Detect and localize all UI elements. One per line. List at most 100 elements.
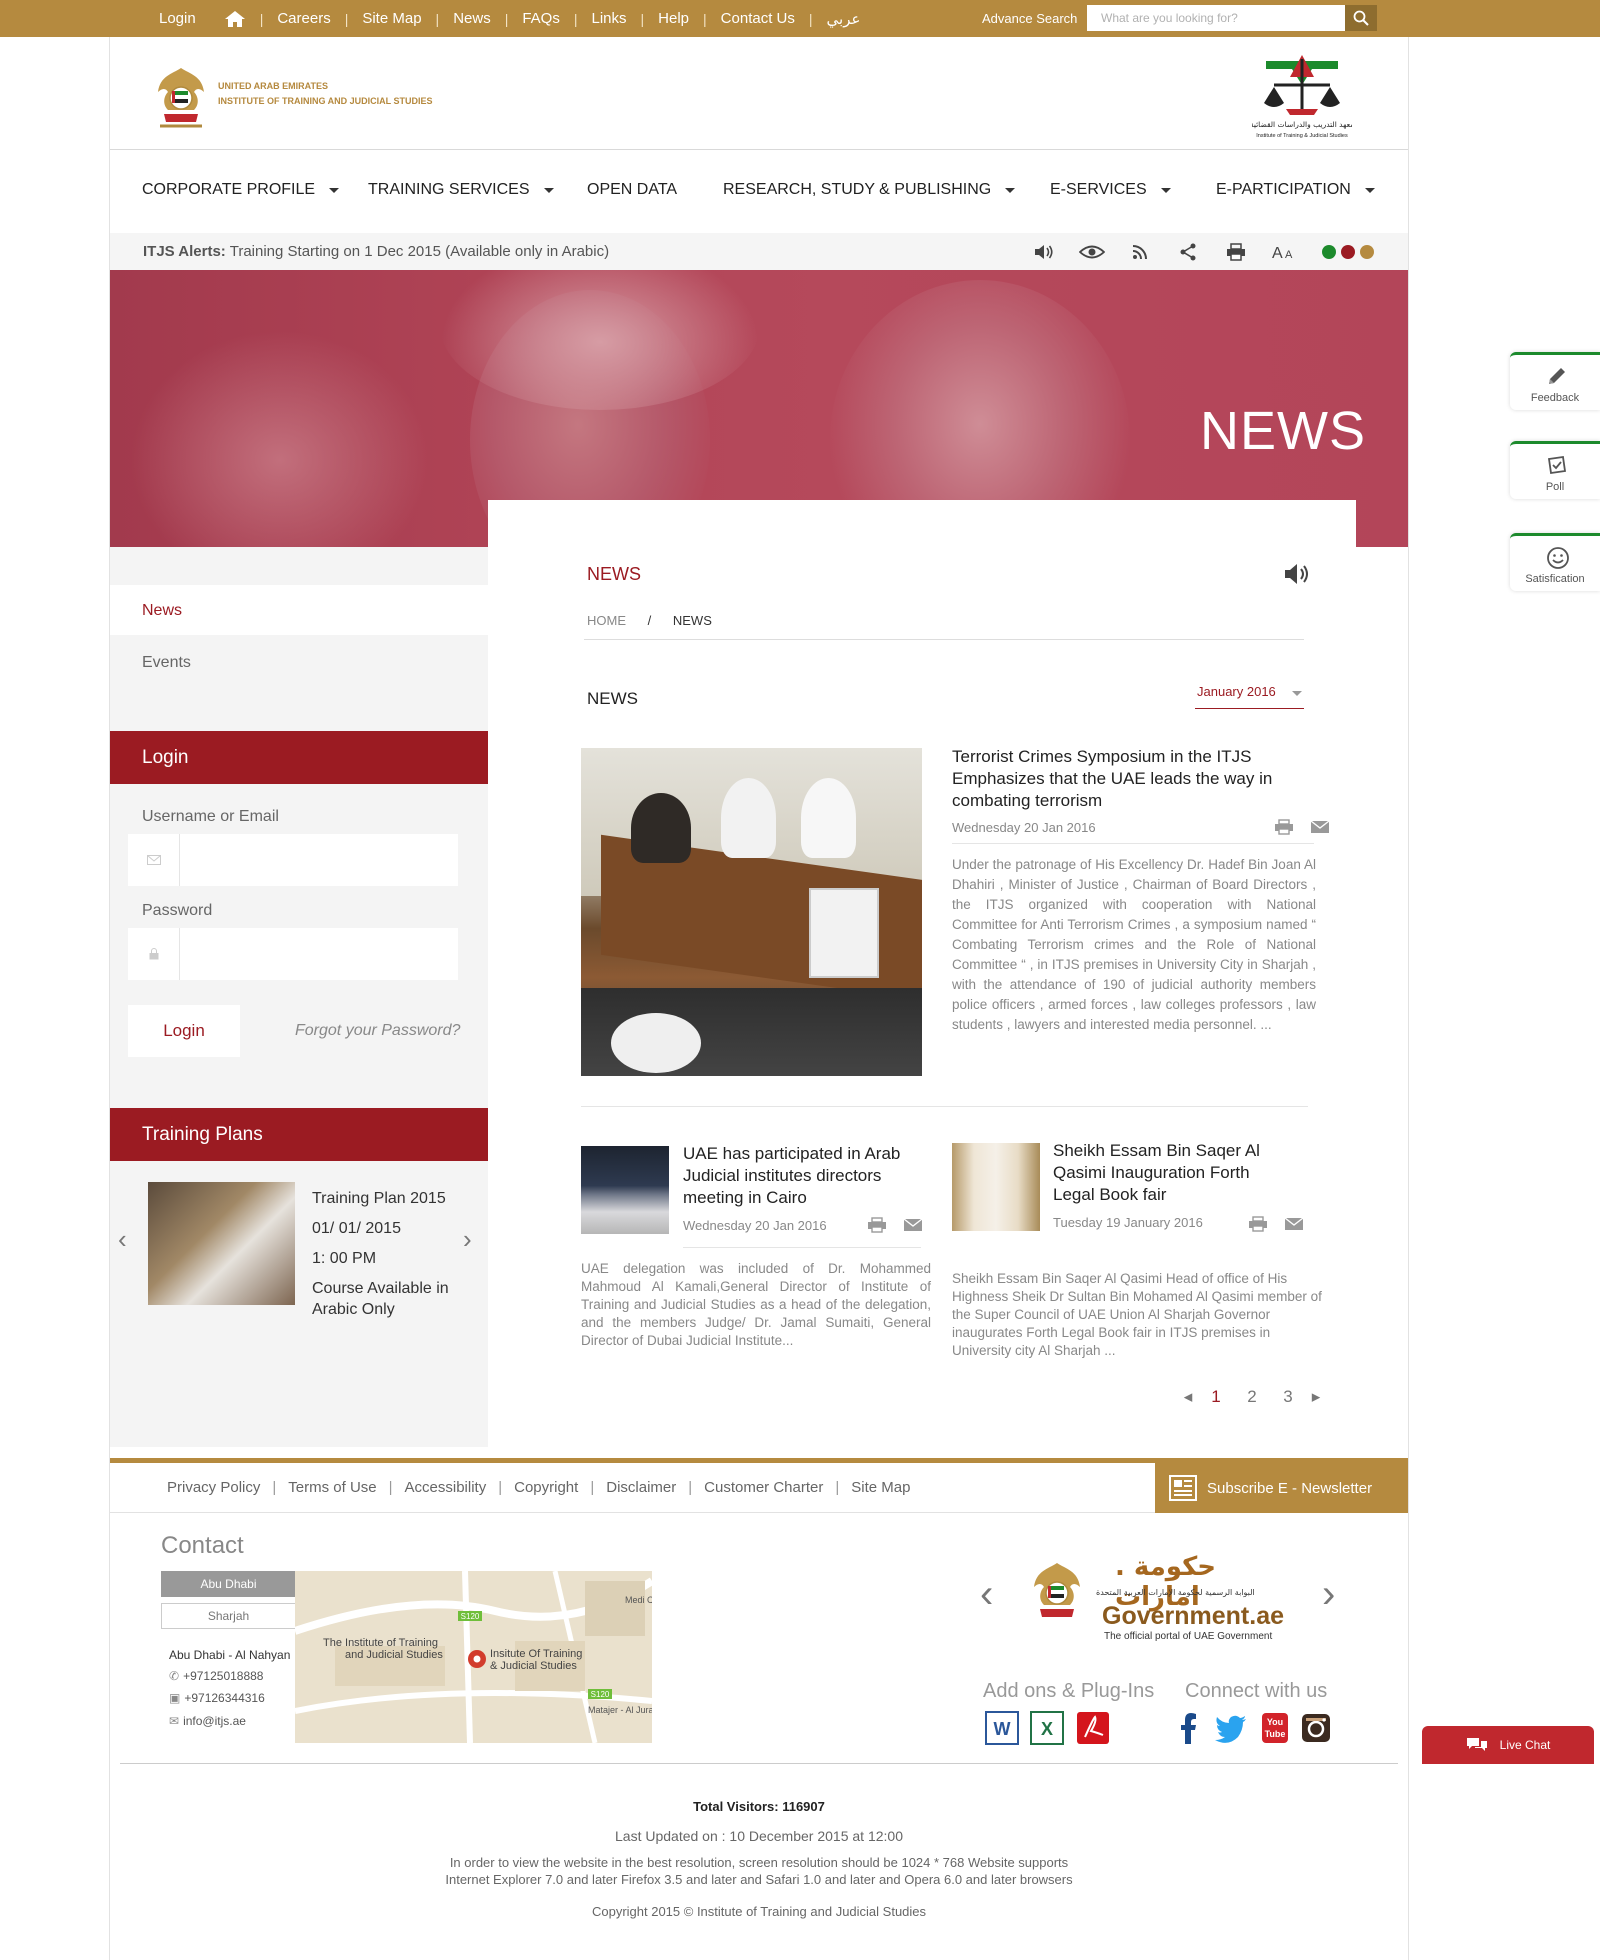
- password-input[interactable]: [181, 928, 458, 980]
- footer-link-disclaimer[interactable]: Disclaimer: [594, 1479, 688, 1496]
- chevron-left-icon[interactable]: ‹: [980, 1572, 993, 1617]
- government-portal-banner[interactable]: حكومة . امارات البوابة الرسمية لحكومة ال…: [1022, 1550, 1292, 1645]
- satisfaction-tab[interactable]: Satisfication: [1510, 533, 1600, 591]
- footer-link-sitemap[interactable]: Site Map: [839, 1479, 922, 1496]
- email-icon[interactable]: [1310, 819, 1330, 835]
- share-tool[interactable]: [1164, 239, 1212, 265]
- article-actions: [867, 1217, 923, 1233]
- alert-message[interactable]: Training Starting on 1 Dec 2015 (Availab…: [230, 243, 609, 260]
- rss-icon: [1132, 245, 1147, 260]
- sidebar-item-events[interactable]: Events: [142, 654, 191, 672]
- font-size-tool[interactable]: AA: [1260, 239, 1308, 265]
- username-input[interactable]: [181, 834, 458, 886]
- article-image[interactable]: [581, 748, 922, 1076]
- page-link-2[interactable]: 2: [1234, 1387, 1270, 1407]
- top-link-login[interactable]: Login: [145, 10, 210, 27]
- chevron-left-icon[interactable]: ‹: [118, 1224, 127, 1255]
- training-plan-name[interactable]: Training Plan 2015: [312, 1184, 462, 1214]
- footer-link-copyright[interactable]: Copyright: [502, 1479, 590, 1496]
- city-tab-abu-dhabi[interactable]: Abu Dhabi: [161, 1571, 296, 1597]
- feedback-tab[interactable]: Feedback: [1510, 352, 1600, 410]
- article-title[interactable]: Terrorist Crimes Symposium in the ITJS E…: [952, 746, 1312, 812]
- speaker-icon[interactable]: [1283, 562, 1311, 586]
- uae-emblem-logo[interactable]: [154, 64, 208, 134]
- poll-tab[interactable]: Poll: [1510, 441, 1600, 499]
- contrast-tool[interactable]: [1068, 239, 1116, 265]
- alerts-bar: ITJS Alerts: Training Starting on 1 Dec …: [110, 233, 1408, 270]
- article-title[interactable]: Sheikh Essam Bin Saqer Al Qasimi Inaugur…: [1053, 1140, 1293, 1206]
- forgot-password-link[interactable]: Forgot your Password?: [295, 1022, 460, 1040]
- word-icon[interactable]: W: [985, 1711, 1019, 1745]
- footer-link-charter[interactable]: Customer Charter: [692, 1479, 835, 1496]
- sidebar-item-news[interactable]: News: [110, 585, 488, 635]
- language-switch[interactable]: عربي: [813, 10, 875, 28]
- nav-research[interactable]: RESEARCH, STUDY & PUBLISHING: [723, 181, 1016, 199]
- article-summary: Sheikh Essam Bin Saqer Al Qasimi Head of…: [952, 1271, 1322, 1358]
- svg-text:A: A: [1272, 245, 1283, 261]
- theme-red-dot[interactable]: [1341, 245, 1355, 259]
- theme-gold-dot[interactable]: [1360, 245, 1374, 259]
- rss-tool[interactable]: [1116, 239, 1164, 265]
- next-page-icon[interactable]: ▸: [1306, 1387, 1326, 1407]
- print-tool[interactable]: [1212, 239, 1260, 265]
- top-link-careers[interactable]: Careers: [263, 10, 344, 27]
- password-field[interactable]: [128, 928, 458, 980]
- youtube-icon[interactable]: You Tube: [1258, 1711, 1292, 1745]
- chevron-right-icon[interactable]: ›: [1322, 1572, 1335, 1617]
- top-link-links[interactable]: Links: [578, 10, 641, 27]
- article-thumbnail[interactable]: [952, 1143, 1040, 1231]
- top-link-sitemap[interactable]: Site Map: [348, 10, 435, 27]
- excel-icon[interactable]: X: [1030, 1711, 1064, 1745]
- search-input[interactable]: [1087, 5, 1345, 31]
- search-button[interactable]: [1345, 5, 1377, 31]
- phone-number[interactable]: +97125018888: [183, 1669, 263, 1683]
- pdf-icon[interactable]: [1076, 1711, 1110, 1745]
- username-field[interactable]: [128, 834, 458, 886]
- instagram-icon[interactable]: [1299, 1711, 1333, 1745]
- read-aloud-tool[interactable]: [1020, 239, 1068, 265]
- chevron-right-icon[interactable]: ›: [463, 1224, 472, 1255]
- location-map[interactable]: S120 S120 The Institute of Training and J…: [295, 1571, 652, 1743]
- facebook-icon[interactable]: [1172, 1711, 1206, 1745]
- subscribe-newsletter-button[interactable]: Subscribe E - Newsletter: [1155, 1463, 1408, 1513]
- print-icon[interactable]: [1274, 819, 1294, 835]
- nav-training-services[interactable]: TRAINING SERVICES: [368, 181, 554, 199]
- email-icon: [128, 834, 180, 886]
- footer-link-terms[interactable]: Terms of Use: [276, 1479, 388, 1496]
- top-link-help[interactable]: Help: [644, 10, 703, 27]
- email-address[interactable]: info@itjs.ae: [183, 1714, 246, 1728]
- article-thumbnail[interactable]: [581, 1146, 669, 1234]
- article-title[interactable]: UAE has participated in Arab Judicial in…: [683, 1143, 918, 1209]
- top-link-news[interactable]: News: [439, 10, 505, 27]
- top-link-contact[interactable]: Contact Us: [707, 10, 809, 27]
- fax-icon: ▣: [169, 1691, 181, 1705]
- city-tab-sharjah[interactable]: Sharjah: [161, 1603, 296, 1629]
- font-size-icon: AA: [1272, 245, 1293, 261]
- advance-search-link[interactable]: Advance Search: [982, 11, 1077, 26]
- footer-link-privacy[interactable]: Privacy Policy: [155, 1479, 272, 1496]
- phone-row: ✆ +97125018888: [169, 1669, 263, 1683]
- print-icon[interactable]: [867, 1217, 887, 1233]
- login-button[interactable]: Login: [128, 1005, 240, 1057]
- page-link-3[interactable]: 3: [1270, 1387, 1306, 1407]
- home-icon[interactable]: [224, 10, 246, 28]
- prev-page-icon[interactable]: ◂: [1178, 1387, 1198, 1407]
- email-icon[interactable]: [1284, 1216, 1304, 1232]
- page-link-1[interactable]: 1: [1198, 1387, 1234, 1407]
- theme-green-dot[interactable]: [1322, 245, 1336, 259]
- nav-e-services[interactable]: E-SERVICES: [1050, 181, 1171, 199]
- print-icon[interactable]: [1248, 1216, 1268, 1232]
- itjs-logo[interactable]: معهد التدريب والدراسات القضائية Institut…: [1252, 51, 1352, 143]
- month-filter-select[interactable]: January 2016: [1195, 684, 1304, 709]
- breadcrumb-home[interactable]: HOME: [587, 613, 626, 628]
- twitter-icon[interactable]: [1214, 1711, 1248, 1745]
- live-chat-button[interactable]: Live Chat: [1422, 1726, 1594, 1764]
- training-plan-image[interactable]: [148, 1182, 295, 1305]
- email-icon[interactable]: [903, 1217, 923, 1233]
- photo-person: [631, 793, 691, 863]
- footer-link-accessibility[interactable]: Accessibility: [393, 1479, 499, 1496]
- nav-e-participation[interactable]: E-PARTICIPATION: [1216, 181, 1375, 199]
- top-link-faqs[interactable]: FAQs: [508, 10, 574, 27]
- nav-corporate-profile[interactable]: CORPORATE PROFILE: [142, 181, 340, 199]
- nav-open-data[interactable]: OPEN DATA: [587, 181, 677, 199]
